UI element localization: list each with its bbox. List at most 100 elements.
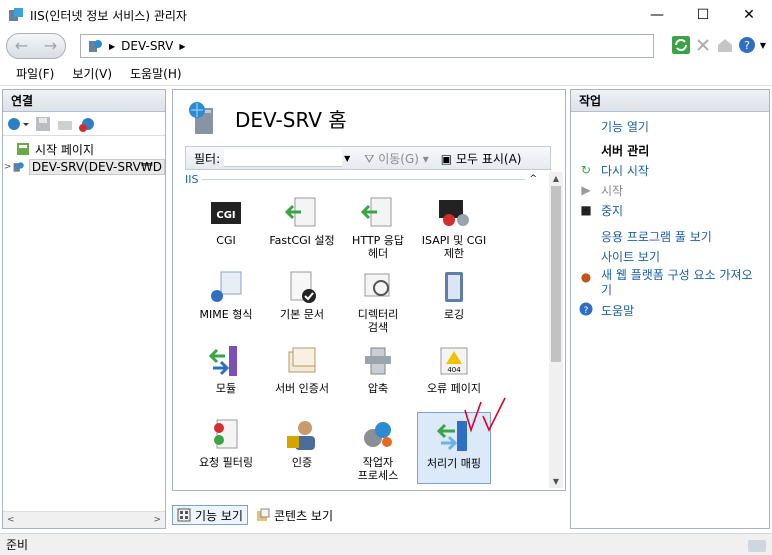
help-icon[interactable]: ? <box>738 36 756 54</box>
action-view-app-pools[interactable]: 응용 프로그램 풀 보기 <box>571 226 769 246</box>
svg-text:CGI: CGI <box>216 210 235 221</box>
request-filter-icon <box>214 419 238 449</box>
go-button[interactable]: ⛛ 이동(G) ▾ <box>364 150 429 167</box>
modules-icon <box>209 346 237 376</box>
svg-text:?: ? <box>584 306 589 316</box>
home-icon[interactable] <box>716 36 734 54</box>
window-title: IIS(인터넷 정보 서비스) 관리자 <box>30 8 187 23</box>
feature-tile-modules[interactable]: 모듈 <box>189 338 263 410</box>
start-icon: ▶ <box>581 183 591 197</box>
refresh-icon[interactable] <box>671 36 690 54</box>
tree-item-dev-srv[interactable]: > DEV-SRV(DEV-SRV₩D <box>3 158 165 176</box>
menu-help[interactable]: 도움말(H) <box>130 65 182 82</box>
server-large-icon <box>189 102 213 134</box>
content-view-icon <box>256 508 270 521</box>
mime-icon <box>211 271 242 302</box>
minimize-button[interactable]: — <box>634 0 680 30</box>
scroll-up-icon[interactable]: ▲ <box>549 174 563 183</box>
default-doc-icon <box>290 271 316 303</box>
menu-file[interactable]: 파일(F) <box>16 65 54 82</box>
restart-icon: ↻ <box>580 163 592 177</box>
tab-features-view[interactable]: 기능 보기 <box>172 505 248 525</box>
iis-app-icon <box>9 8 23 21</box>
actions-header: 작업 <box>571 90 769 112</box>
feature-tile-http-headers[interactable]: HTTP 응답 헤더 <box>341 190 415 262</box>
cert-icon <box>288 347 316 373</box>
compression-icon <box>365 347 391 375</box>
close-button[interactable]: ✕ <box>726 0 772 30</box>
status-network-icon <box>748 540 766 552</box>
breadcrumb-server[interactable]: DEV-SRV <box>121 39 173 53</box>
features-grid-area: IIS ^ CGI CGI FastCGI 설정 HTTP 응답 헤더 ISAP… <box>185 172 537 488</box>
tab-content-view[interactable]: 콘텐츠 보기 <box>252 505 337 525</box>
server-icon <box>13 162 25 172</box>
save-icon[interactable] <box>35 116 51 132</box>
filter-label: 필터: <box>194 151 221 166</box>
error-page-icon: 404 <box>440 347 468 375</box>
collapse-group-icon[interactable]: ^ <box>529 174 537 184</box>
scroll-left-icon[interactable]: < <box>7 515 15 525</box>
group-header-iis[interactable]: IIS ^ <box>185 172 537 186</box>
feature-tile-cert[interactable]: 서버 인증서 <box>265 338 339 410</box>
filter-dropdown-icon[interactable]: ▼ <box>344 154 350 163</box>
connections-panel: 연결 시작 페이지 > DEV-SRV(DEV-SRV₩D < > <box>2 89 166 529</box>
page-title-area: DEV-SRV 홈 <box>173 90 565 146</box>
show-all-button[interactable]: ▣ 모두 표시(A) <box>441 150 522 167</box>
connections-header: 연결 <box>3 90 165 112</box>
action-view-sites[interactable]: 사이트 보기 <box>571 246 769 266</box>
tree-item-start-page[interactable]: 시작 페이지 <box>3 140 165 158</box>
checkmark-annotation-icon <box>464 397 506 433</box>
action-get-components[interactable]: ● 새 웹 플랫폼 구성 요소 가져오기 <box>571 266 769 300</box>
feature-tile-worker-process[interactable]: 작업자 프로세스 <box>341 412 415 484</box>
connect-globe-icon[interactable] <box>7 116 29 132</box>
feature-tile-logging[interactable]: 로깅 <box>417 264 491 336</box>
connections-toolbar <box>3 112 165 136</box>
fastcgi-icon <box>285 197 316 227</box>
forward-arrow-icon[interactable]: → <box>44 38 57 54</box>
feature-tile-isapi-cgi[interactable]: ISAPI 및 CGI 제한 <box>417 190 491 262</box>
expand-chevron-icon[interactable]: > <box>3 162 12 172</box>
breadcrumb-separator-icon: ▶ <box>179 41 186 51</box>
scroll-down-icon[interactable]: ▼ <box>549 477 563 486</box>
scroll-right-icon[interactable]: > <box>153 515 161 525</box>
feature-tile-request-filter[interactable]: 요청 필터링 <box>189 412 263 484</box>
delete-connection-icon[interactable] <box>79 116 95 132</box>
feature-tile-compression[interactable]: 압축 <box>341 338 415 410</box>
action-help[interactable]: ? 도움말 <box>571 300 769 320</box>
vertical-scrollbar[interactable]: ▲ ▼ <box>549 172 563 488</box>
svg-text:404: 404 <box>447 366 461 374</box>
feature-tiles: CGI CGI FastCGI 설정 HTTP 응답 헤더 ISAPI 및 CG… <box>189 190 537 484</box>
tree-item-label: 시작 페이지 <box>35 142 95 157</box>
feature-tile-cgi[interactable]: CGI CGI <box>189 190 263 262</box>
action-start[interactable]: ▶ 시작 <box>571 180 769 200</box>
menu-view[interactable]: 보기(V) <box>72 65 112 82</box>
features-panel: DEV-SRV 홈 필터: ▼ ⛛ 이동(G) ▾ ▣ 모두 표시(A) IIS… <box>172 89 566 491</box>
address-box[interactable]: ▶ DEV-SRV ▶ <box>80 34 654 58</box>
maximize-button[interactable]: ☐ <box>680 0 726 30</box>
status-bar: 준비 <box>0 533 772 555</box>
scroll-thumb[interactable] <box>551 186 561 362</box>
nav-buttons: ← → <box>6 33 66 59</box>
features-view-icon <box>177 508 191 522</box>
action-restart[interactable]: ↻ 다시 시작 <box>571 160 769 180</box>
svg-text:?: ? <box>744 39 750 52</box>
server-icon <box>89 40 102 52</box>
title-bar: IIS(인터넷 정보 서비스) 관리자 — ☐ ✕ <box>0 0 772 30</box>
page-title: DEV-SRV 홈 <box>235 107 347 132</box>
up-folder-icon[interactable] <box>57 116 73 132</box>
feature-tile-dir-browse[interactable]: 디렉터리 검색 <box>341 264 415 336</box>
help-icon: ? <box>579 302 593 319</box>
feature-tile-fastcgi[interactable]: FastCGI 설정 <box>265 190 339 262</box>
action-stop[interactable]: ■ 중지 <box>571 200 769 220</box>
status-text: 준비 <box>6 538 29 552</box>
feature-tile-mime[interactable]: MIME 형식 <box>189 264 263 336</box>
help-dropdown-icon[interactable]: ▼ <box>760 41 766 50</box>
feature-tile-default-doc[interactable]: 기본 문서 <box>265 264 339 336</box>
stop-icon[interactable] <box>694 36 712 54</box>
horizontal-scrollbar[interactable]: < > <box>3 511 165 528</box>
dir-browse-icon <box>364 273 390 297</box>
action-open-feature[interactable]: 기능 열기 <box>571 116 769 136</box>
feature-tile-auth[interactable]: 인증 <box>265 412 339 484</box>
filter-input[interactable] <box>224 149 343 167</box>
back-arrow-icon[interactable]: ← <box>15 38 28 54</box>
